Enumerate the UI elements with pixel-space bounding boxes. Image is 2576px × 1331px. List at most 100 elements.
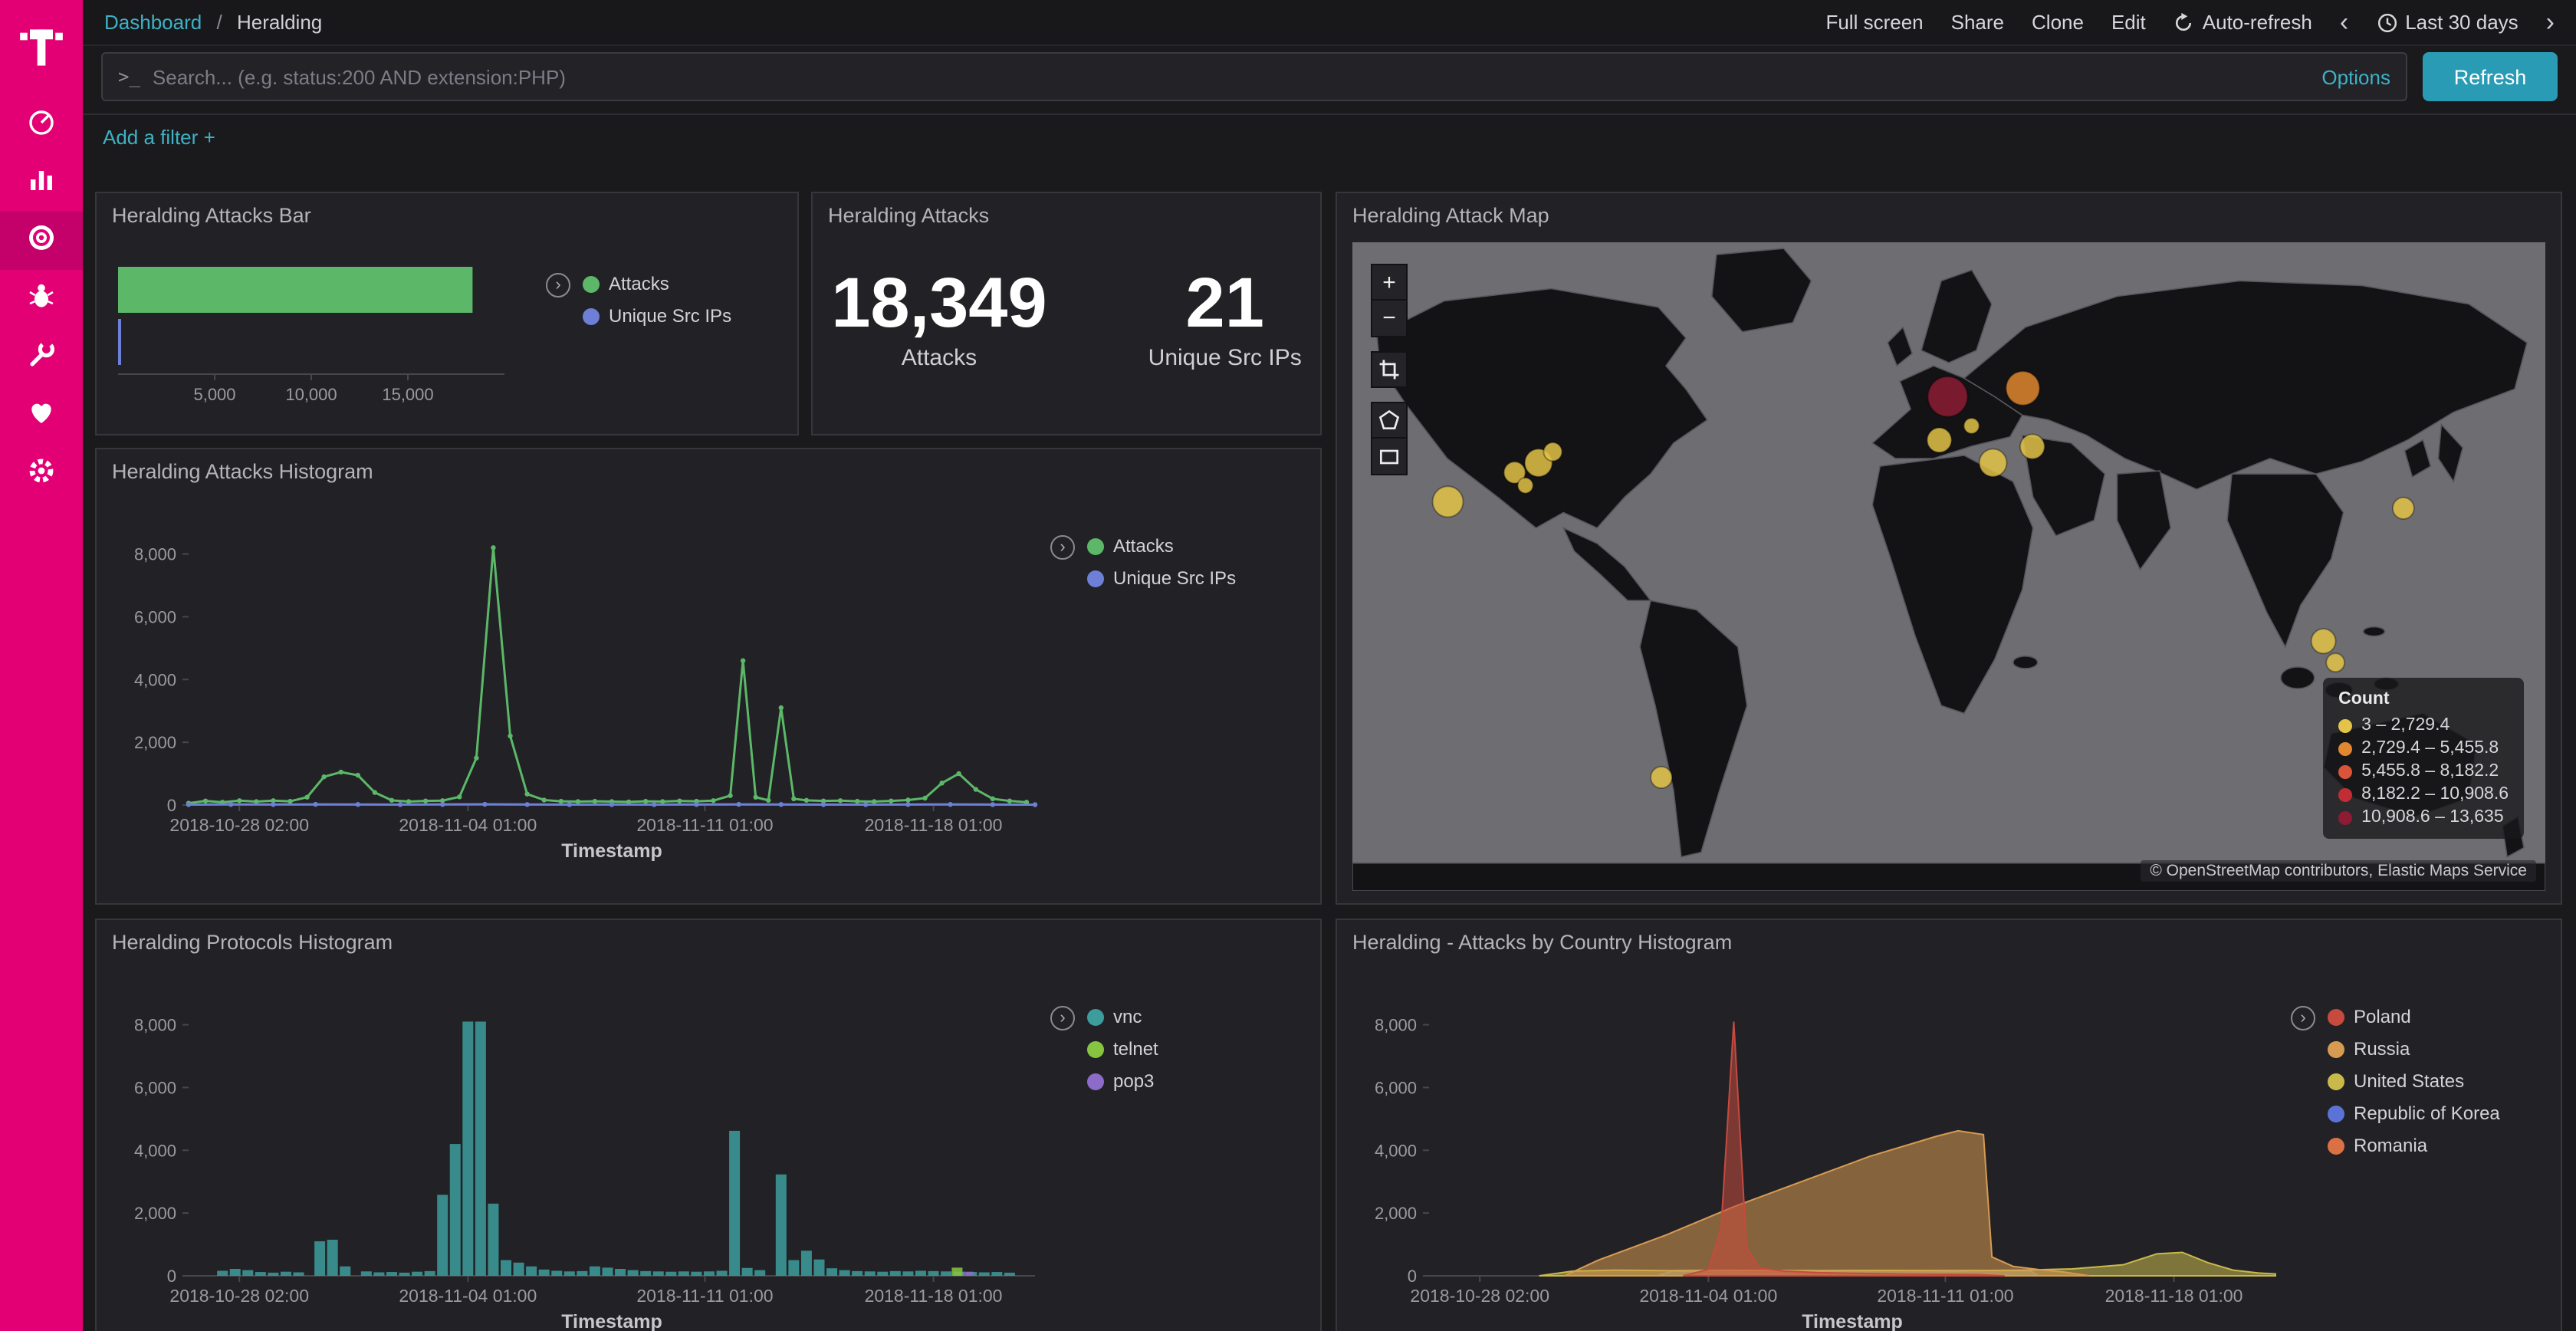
time-forward-chevron[interactable]: › bbox=[2546, 9, 2555, 35]
legend-toggle-icon[interactable]: › bbox=[2291, 1006, 2315, 1030]
legend-color-dot[interactable] bbox=[1087, 1008, 1104, 1025]
panel-title: Heralding Attack Map bbox=[1352, 204, 1549, 227]
country-histogram-chart[interactable]: 02,0004,0006,0008,0002018-10-28 02:00201… bbox=[1349, 966, 2288, 1331]
attack-location-marker[interactable] bbox=[1518, 478, 1533, 493]
sidebar-item-bug[interactable] bbox=[0, 270, 83, 328]
header-divider bbox=[83, 113, 2576, 115]
legend-label: Unique Src IPs bbox=[1113, 567, 1236, 589]
legend-color-dot[interactable] bbox=[1087, 537, 1104, 554]
attack-location-marker[interactable] bbox=[1964, 418, 1980, 433]
attack-location-marker[interactable] bbox=[2006, 371, 2040, 405]
panel-heralding-attack-map: Heralding Attack Map + − bbox=[1336, 192, 2562, 905]
panel-title: Heralding Attacks bbox=[828, 204, 989, 227]
sidebar-item-gauge[interactable] bbox=[0, 95, 83, 153]
attacks-histogram-chart[interactable]: 02,0004,0006,0008,0002018-10-28 02:00201… bbox=[109, 495, 1047, 879]
legend-toggle-icon[interactable]: › bbox=[1050, 1006, 1075, 1030]
legend-color-dot[interactable] bbox=[2328, 1008, 2344, 1025]
attack-location-marker[interactable] bbox=[2312, 629, 2336, 653]
edit-button[interactable]: Edit bbox=[2111, 11, 2146, 34]
query-bar: >_ Options Refresh bbox=[101, 52, 2558, 101]
legend-color-dot[interactable] bbox=[1087, 1040, 1104, 1057]
svg-text:6,000: 6,000 bbox=[134, 607, 176, 626]
panel-heralding-attacks-metric: Heralding Attacks 18,349 Attacks 21 Uniq… bbox=[811, 192, 1322, 435]
legend-color-dot[interactable] bbox=[1087, 570, 1104, 587]
legend-item[interactable]: Attacks bbox=[583, 273, 731, 294]
protocols-histogram-chart[interactable]: 02,0004,0006,0008,0002018-10-28 02:00201… bbox=[109, 966, 1047, 1331]
svg-text:4,000: 4,000 bbox=[134, 1141, 176, 1160]
share-button[interactable]: Share bbox=[1951, 11, 2004, 34]
breadcrumb-dashboard-link[interactable]: Dashboard bbox=[104, 11, 202, 34]
attack-location-marker[interactable] bbox=[1928, 376, 1968, 416]
map-zoom-out-button[interactable]: − bbox=[1371, 301, 1408, 337]
legend-toggle-icon[interactable]: › bbox=[1050, 535, 1075, 560]
legend-color-dot[interactable] bbox=[2328, 1137, 2344, 1154]
clone-button[interactable]: Clone bbox=[2032, 11, 2084, 34]
query-options-link[interactable]: Options bbox=[2321, 65, 2390, 88]
refresh-button[interactable]: Refresh bbox=[2423, 52, 2558, 101]
sidebar-item-bar-chart[interactable] bbox=[0, 153, 83, 212]
legend-item[interactable]: telnet bbox=[1087, 1038, 1158, 1060]
attack-location-marker[interactable] bbox=[1433, 486, 1464, 517]
legend-item[interactable]: Unique Src IPs bbox=[583, 305, 731, 327]
attack-location-marker[interactable] bbox=[1980, 449, 2007, 477]
legend-item[interactable]: Attacks bbox=[1087, 535, 1236, 557]
legend-item[interactable]: Poland bbox=[2328, 1006, 2500, 1027]
attacks-metric: 18,349 Attacks bbox=[831, 264, 1046, 370]
svg-text:0: 0 bbox=[167, 796, 176, 815]
time-back-chevron[interactable]: ‹ bbox=[2340, 9, 2348, 35]
attack-location-marker[interactable] bbox=[1651, 767, 1672, 788]
legend-label: telnet bbox=[1113, 1038, 1158, 1060]
attack-location-marker[interactable] bbox=[2020, 434, 2045, 458]
legend-item[interactable]: Unique Src IPs bbox=[1087, 567, 1236, 589]
legend-item[interactable]: pop3 bbox=[1087, 1070, 1158, 1092]
legend: › Attacks Unique Src IPs bbox=[546, 273, 731, 327]
search-input[interactable] bbox=[153, 65, 2309, 88]
legend-color-dot[interactable] bbox=[2328, 1073, 2344, 1089]
svg-text:2,000: 2,000 bbox=[1375, 1204, 1417, 1223]
svg-text:5,000: 5,000 bbox=[193, 385, 235, 404]
legend-item[interactable]: Romania bbox=[2328, 1135, 2500, 1156]
map-controls: + − bbox=[1371, 264, 1408, 475]
sidebar-item-target[interactable] bbox=[0, 212, 83, 270]
map-fit-bounds-button[interactable] bbox=[1371, 351, 1408, 388]
panel-heralding-attacks-bar: Heralding Attacks Bar 5,00010,00015,000 … bbox=[95, 192, 799, 435]
panel-title: Heralding - Attacks by Country Histogram bbox=[1352, 931, 1732, 954]
map-legend-item: 10,908.6 – 13,635 bbox=[2338, 808, 2509, 827]
telekom-t-logo[interactable] bbox=[0, 0, 83, 95]
legend-color-dot[interactable] bbox=[2328, 1105, 2344, 1122]
legend-label: Republic of Korea bbox=[2354, 1103, 2500, 1124]
sidebar-item-pulse[interactable] bbox=[0, 386, 83, 445]
legend-item[interactable]: vnc bbox=[1087, 1006, 1158, 1027]
full-screen-button[interactable]: Full screen bbox=[1825, 11, 1923, 34]
sidebar-item-wrench[interactable] bbox=[0, 328, 83, 386]
attack-location-marker[interactable] bbox=[1927, 428, 1952, 452]
map-zoom-in-button[interactable]: + bbox=[1371, 264, 1408, 301]
metric-group: 18,349 Attacks 21 Unique Src IPs bbox=[813, 264, 1320, 370]
legend-color-dot[interactable] bbox=[1087, 1073, 1104, 1089]
legend-item[interactable]: Russia bbox=[2328, 1038, 2500, 1060]
time-range-picker[interactable]: Last 30 days bbox=[2376, 11, 2518, 34]
attack-location-marker[interactable] bbox=[1543, 442, 1562, 461]
sidebar-item-gear[interactable] bbox=[0, 445, 83, 503]
legend-color-dot[interactable] bbox=[583, 275, 600, 292]
rectangle-icon bbox=[1377, 444, 1401, 468]
svg-text:2,000: 2,000 bbox=[134, 733, 176, 752]
legend-toggle-icon[interactable]: › bbox=[546, 273, 570, 297]
map-attribution[interactable]: © OpenStreetMap contributors, Elastic Ma… bbox=[2141, 860, 2536, 882]
legend-color-dot[interactable] bbox=[583, 307, 600, 324]
attack-location-marker[interactable] bbox=[2393, 498, 2414, 519]
map-draw-polygon-button[interactable] bbox=[1371, 402, 1408, 439]
legend-label: pop3 bbox=[1113, 1070, 1154, 1092]
map-draw-rectangle-button[interactable] bbox=[1371, 439, 1408, 475]
query-prompt-icon: >_ bbox=[118, 66, 140, 87]
attack-location-marker[interactable] bbox=[2326, 653, 2344, 672]
auto-refresh-button[interactable]: Auto-refresh bbox=[2174, 11, 2312, 34]
attack-map[interactable]: + − bbox=[1352, 242, 2545, 891]
map-legend-color-dot bbox=[2338, 787, 2352, 801]
legend-item[interactable]: Republic of Korea bbox=[2328, 1103, 2500, 1124]
legend-item[interactable]: United States bbox=[2328, 1070, 2500, 1092]
wrench-icon bbox=[26, 338, 57, 376]
legend-color-dot[interactable] bbox=[2328, 1040, 2344, 1057]
add-filter-link[interactable]: Add a filter + bbox=[103, 126, 215, 149]
attacks-bar-chart[interactable]: 5,00010,00015,000 bbox=[109, 242, 546, 426]
